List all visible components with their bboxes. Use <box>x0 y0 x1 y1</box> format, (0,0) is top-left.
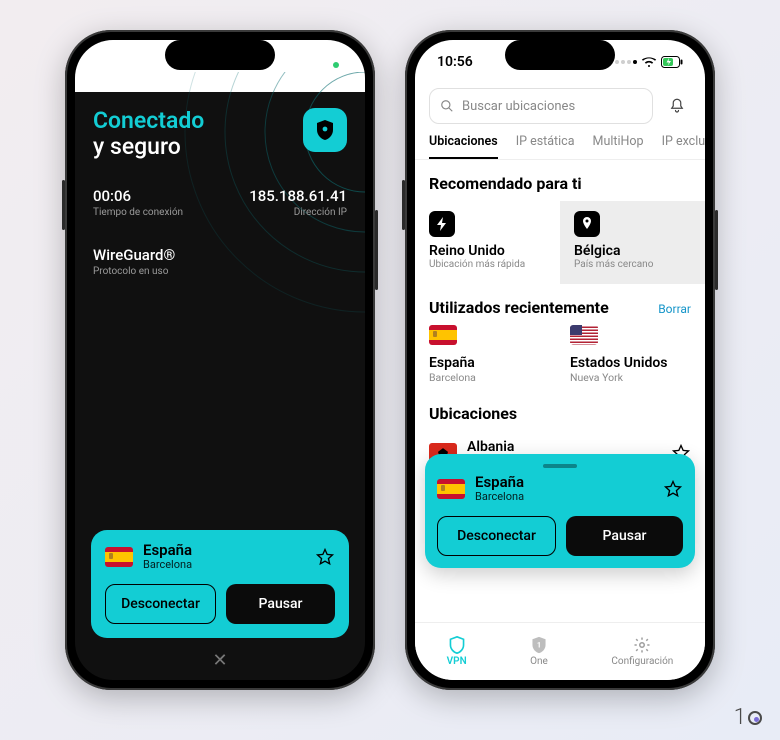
watermark-text: 1 <box>734 705 746 730</box>
location-tabs: Ubicaciones IP estática MultiHop IP excl… <box>415 134 705 160</box>
watermark-logo-icon <box>748 711 762 725</box>
flag-spain-icon <box>429 325 457 345</box>
favorite-star-icon[interactable] <box>315 547 335 567</box>
connection-time-value: 00:06 <box>93 187 183 205</box>
search-placeholder: Buscar ubicaciones <box>462 99 575 114</box>
shield-icon <box>448 636 466 654</box>
dynamic-island <box>165 40 275 70</box>
reco-name: Reino Unido <box>429 243 546 259</box>
nav-vpn[interactable]: VPN <box>447 636 467 667</box>
close-button[interactable]: ✕ <box>93 638 347 680</box>
recent-item-usa[interactable]: Estados Unidos Nueva York <box>570 325 691 384</box>
tab-locations[interactable]: Ubicaciones <box>429 134 498 159</box>
ip-address-value: 185.188.61.41 <box>249 187 347 205</box>
tab-multihop[interactable]: MultiHop <box>593 134 644 159</box>
screen-connected: Conectado y seguro 00:06 Tiempo de conex… <box>75 40 365 680</box>
nav-one[interactable]: 1 One <box>530 636 548 667</box>
gear-icon <box>633 636 651 654</box>
reco-sub: Ubicación más rápida <box>429 259 546 270</box>
phones-container: Conectado y seguro 00:06 Tiempo de conex… <box>0 0 780 720</box>
drag-handle[interactable] <box>543 464 577 468</box>
disconnect-button[interactable]: Desconectar <box>105 584 216 624</box>
screen-locations: 10:56 Buscar ubicaciones Ubicaciones <box>415 40 705 680</box>
lightning-icon <box>429 211 455 237</box>
sheet-city: Barcelona <box>475 491 653 504</box>
tab-dedicated-ip[interactable]: IP exclusiva <box>662 134 705 159</box>
phone-right: 10:56 Buscar ubicaciones Ubicaciones <box>405 30 715 690</box>
tab-static-ip[interactable]: IP estática <box>516 134 575 159</box>
clear-recent-link[interactable]: Borrar <box>658 302 691 316</box>
search-icon <box>440 99 454 113</box>
wifi-icon <box>641 56 657 68</box>
recent-heading: Utilizados recientemente <box>429 298 609 317</box>
server-country: España <box>143 542 305 559</box>
recent-name: Estados Unidos <box>570 355 691 371</box>
protocol-label: Protocolo en uso <box>93 266 347 277</box>
flag-spain-icon <box>437 479 465 499</box>
app-shield-icon[interactable] <box>303 108 347 152</box>
flag-spain-icon <box>105 547 133 567</box>
sheet-country: España <box>475 474 653 491</box>
recommended-heading: Recomendado para ti <box>415 160 705 201</box>
connection-time-label: Tiempo de conexión <box>93 207 183 218</box>
search-input[interactable]: Buscar ubicaciones <box>429 88 653 124</box>
connection-card: España Barcelona Desconectar Pausar <box>91 530 349 638</box>
recent-item-spain[interactable]: España Barcelona <box>429 325 550 384</box>
nav-label: VPN <box>447 656 467 667</box>
flag-usa-icon <box>570 325 598 345</box>
recent-sub: Nueva York <box>570 371 691 384</box>
server-city: Barcelona <box>143 559 305 572</box>
bottom-nav: VPN 1 One Configuración <box>415 622 705 680</box>
nav-label: Configuración <box>611 656 673 667</box>
recent-sub: Barcelona <box>429 371 550 384</box>
recording-indicator-icon <box>333 62 339 68</box>
protocol-value: WireGuard® <box>93 246 347 264</box>
recent-name: España <box>429 355 550 371</box>
reco-card-nearest[interactable]: Bélgica País más cercano <box>560 201 705 284</box>
pin-icon <box>574 211 600 237</box>
disconnect-button[interactable]: Desconectar <box>437 516 556 556</box>
pause-button[interactable]: Pausar <box>566 516 683 556</box>
watermark: 1 <box>734 705 762 730</box>
reco-sub: País más cercano <box>574 259 691 270</box>
reco-card-fastest[interactable]: Reino Unido Ubicación más rápida <box>415 201 560 284</box>
notifications-button[interactable] <box>663 92 691 120</box>
dynamic-island <box>505 40 615 70</box>
nav-label: One <box>530 656 548 667</box>
nav-settings[interactable]: Configuración <box>611 636 673 667</box>
phone-left: Conectado y seguro 00:06 Tiempo de conex… <box>65 30 375 690</box>
battery-icon <box>661 56 683 68</box>
pause-button[interactable]: Pausar <box>226 584 335 624</box>
svg-text:1: 1 <box>537 640 541 649</box>
locations-heading: Ubicaciones <box>415 390 705 431</box>
close-icon: ✕ <box>212 650 227 671</box>
status-title: Conectado <box>93 108 204 134</box>
reco-name: Bélgica <box>574 243 691 259</box>
status-time: 10:56 <box>437 54 473 70</box>
bell-icon <box>668 97 686 115</box>
ip-address-label: Dirección IP <box>249 207 347 218</box>
cellular-icon <box>615 60 637 64</box>
quick-connect-sheet[interactable]: España Barcelona Desconectar Pausar <box>425 454 695 568</box>
status-subtitle: y seguro <box>93 134 204 160</box>
favorite-star-icon[interactable] <box>663 479 683 499</box>
shield-one-icon: 1 <box>530 636 548 654</box>
location-name: Albania <box>467 439 661 455</box>
